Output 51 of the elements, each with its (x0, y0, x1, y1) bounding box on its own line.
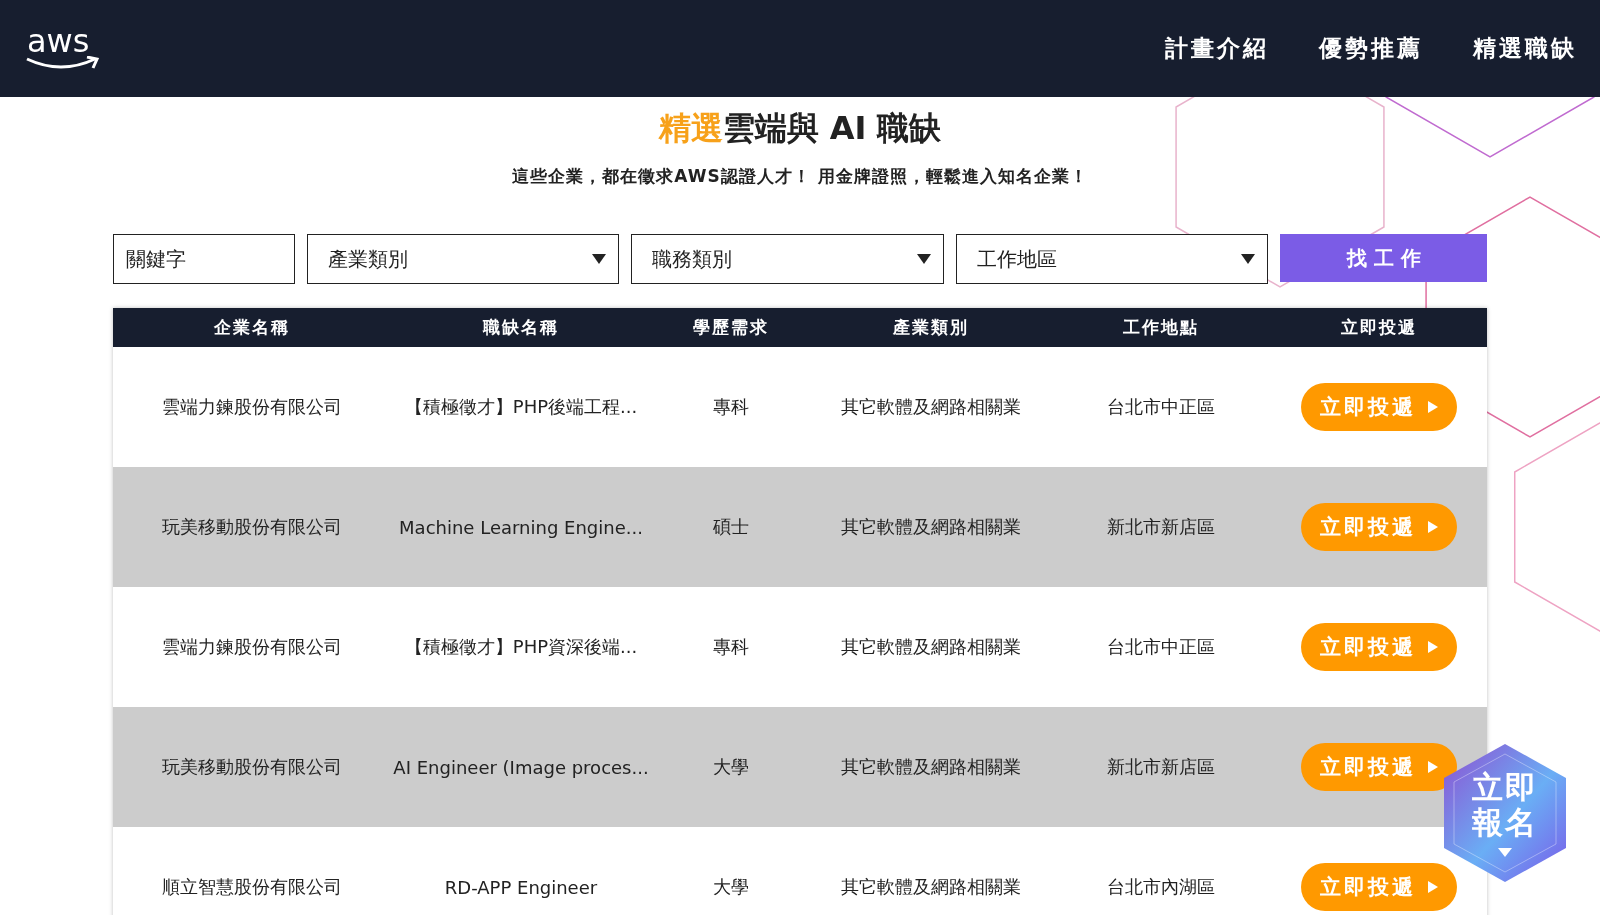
page-heading: 精選雲端與 AI 職缺 (658, 108, 942, 149)
column-header: 產業類別 (892, 316, 970, 339)
play-triangle-icon (1428, 641, 1438, 653)
column-header: 工作地點 (1122, 316, 1200, 339)
column-header: 企業名稱 (213, 316, 291, 339)
hexagon-badge[interactable] (1444, 744, 1566, 882)
play-triangle-icon (1428, 521, 1438, 533)
column-header: 職缺名稱 (481, 316, 560, 339)
job-title-cell-text: Machine Learning Engine... (398, 516, 644, 538)
company-cell-text: 雲端力鍊股份有限公司 (161, 395, 343, 419)
logo-text[interactable]: aws (27, 25, 90, 56)
industry-cell-text: 其它軟體及網路相關業 (840, 875, 1022, 899)
location-cell-text: 新北市新店區 (1106, 515, 1216, 539)
industry-cell-text: 其它軟體及網路相關業 (840, 515, 1022, 539)
play-triangle-icon (1428, 401, 1438, 413)
keyword-field[interactable]: 關鍵字 (113, 234, 295, 284)
caret-icon (1241, 254, 1256, 264)
dropdown[interactable]: 工作地區 (955, 234, 1269, 284)
company-cell-text: 順立智慧股份有限公司 (161, 875, 343, 899)
job-title-cell-text: 【積極徵才】PHP資深後端... (403, 635, 639, 659)
education-cell-text: 專科 (712, 635, 750, 659)
education-cell-text: 大學 (712, 875, 750, 899)
play-triangle-icon (1428, 881, 1438, 893)
industry-cell-text: 其它軟體及網路相關業 (840, 395, 1022, 419)
search-button[interactable]: 找 工 作 (1280, 234, 1487, 282)
location-cell-text: 台北市中正區 (1106, 395, 1216, 419)
education-cell-text: 專科 (712, 395, 750, 419)
company-cell-text: 玩美移動股份有限公司 (161, 515, 343, 539)
column-header: 學歷需求 (692, 316, 770, 339)
job-title-cell-text: 【積極徵才】PHP後端工程... (403, 395, 639, 419)
play-triangle-icon (1428, 761, 1438, 773)
nav-link[interactable]: 計畫介紹 (1165, 33, 1269, 64)
location-cell-text: 台北市中正區 (1106, 635, 1216, 659)
dropdown[interactable]: 產業類別 (307, 234, 620, 284)
caret-icon (916, 254, 931, 264)
subtitle: 這些企業，都在徵求AWS認證人才！ 用金牌證照，輕鬆進入知名企業！ (512, 165, 1088, 188)
education-cell-text: 大學 (712, 755, 750, 779)
caret-icon (592, 254, 607, 264)
nav-link[interactable]: 精選職缺 (1473, 33, 1577, 64)
dropdown[interactable]: 職務類別 (631, 234, 944, 284)
company-cell-text: 玩美移動股份有限公司 (161, 755, 343, 779)
location-cell-text: 新北市新店區 (1106, 755, 1216, 779)
job-title-cell-text: RD-APP Engineer (443, 876, 599, 898)
column-header: 立即投遞 (1340, 316, 1418, 339)
industry-cell-text: 其它軟體及網路相關業 (840, 755, 1022, 779)
company-cell-text: 雲端力鍊股份有限公司 (161, 635, 343, 659)
job-title-cell-text: AI Engineer (Image proces... (392, 756, 650, 778)
location-cell-text: 台北市內湖區 (1106, 875, 1216, 899)
industry-cell-text: 其它軟體及網路相關業 (840, 635, 1022, 659)
nav-link[interactable]: 優勢推薦 (1319, 33, 1423, 64)
education-cell-text: 碩士 (712, 515, 750, 539)
